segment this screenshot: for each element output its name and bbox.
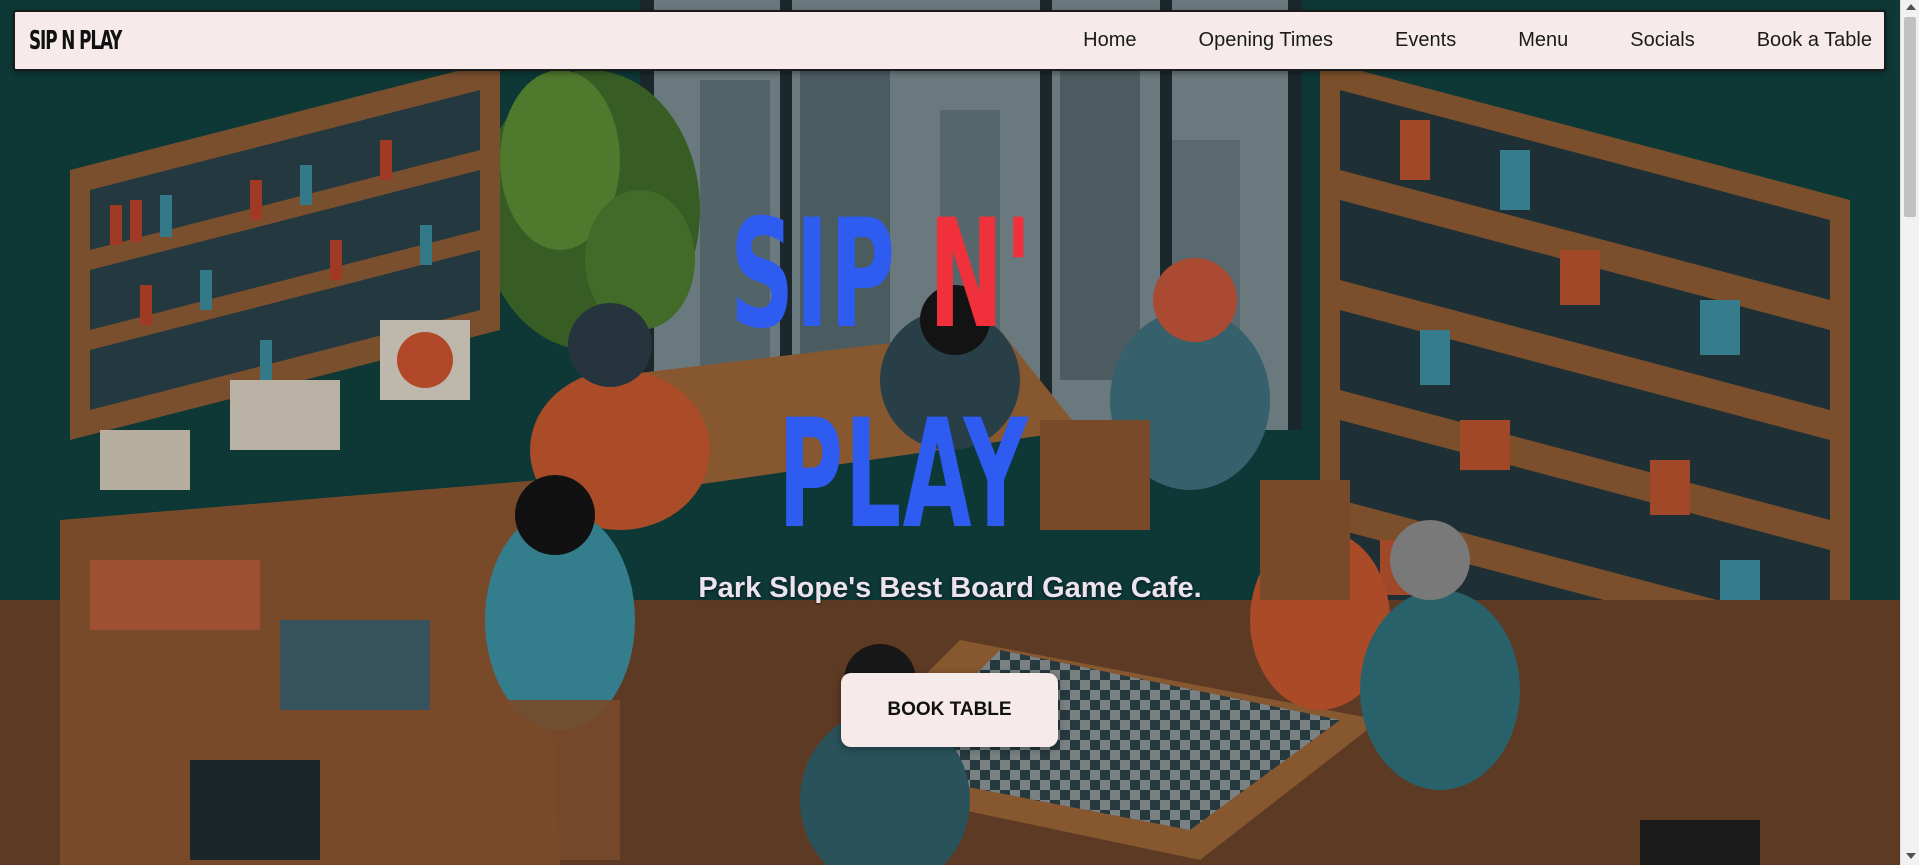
- scroll-down-arrow-icon[interactable]: [1906, 853, 1916, 859]
- hero-title-line-1: SIP N': [730, 175, 1033, 375]
- hero-section: SIP N' PLAY Park Slope's Best Board Game…: [0, 0, 1900, 865]
- hero-title-n: N': [928, 188, 1034, 362]
- nav-book-a-table[interactable]: Book a Table: [1757, 29, 1872, 52]
- top-navbar: SIP N PLAY Home Opening Times Events Men…: [13, 10, 1886, 71]
- page-scrollbar[interactable]: [1900, 0, 1919, 865]
- nav-events[interactable]: Events: [1395, 29, 1456, 52]
- nav-home[interactable]: Home: [1083, 29, 1136, 52]
- nav-links: Home Opening Times Events Menu Socials B…: [1021, 12, 1872, 69]
- hero-title-sip: SIP: [730, 188, 929, 362]
- book-table-button[interactable]: BOOK TABLE: [841, 673, 1058, 747]
- brand-logo[interactable]: SIP N PLAY: [29, 26, 122, 56]
- hero-tagline: Park Slope's Best Board Game Cafe.: [698, 572, 1202, 604]
- scroll-up-arrow-icon[interactable]: [1906, 4, 1916, 10]
- scrollbar-thumb[interactable]: [1904, 17, 1916, 217]
- nav-menu[interactable]: Menu: [1518, 29, 1568, 52]
- nav-socials[interactable]: Socials: [1630, 29, 1694, 52]
- hero-title-play: PLAY: [778, 388, 1030, 562]
- nav-opening-times[interactable]: Opening Times: [1199, 29, 1334, 52]
